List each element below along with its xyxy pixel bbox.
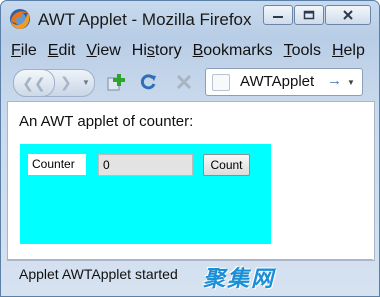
- reload-button[interactable]: [137, 71, 159, 93]
- menu-file[interactable]: File: [11, 42, 37, 62]
- add-bookmark-icon: [107, 74, 125, 91]
- stop-icon: [176, 74, 192, 90]
- go-arrow-icon[interactable]: →: [327, 72, 342, 89]
- url-bar[interactable]: AWTApplet → ▼: [205, 68, 363, 96]
- page-content: An AWT applet of counter: Counter 0 Coun…: [7, 101, 375, 261]
- firefox-logo-icon: [10, 9, 30, 29]
- awt-applet: Counter 0 Count: [20, 144, 271, 244]
- page-favicon-icon: [212, 74, 230, 91]
- minimize-button[interactable]: [263, 5, 293, 25]
- menu-help[interactable]: Help: [332, 42, 365, 62]
- menu-edit[interactable]: Edit: [48, 42, 76, 62]
- history-dropdown-icon[interactable]: ▼: [82, 78, 90, 87]
- caption-buttons: [262, 5, 371, 25]
- count-button[interactable]: Count: [203, 154, 250, 176]
- back-forward-group: ❮❮ ❯ ▼: [13, 69, 95, 97]
- stop-button[interactable]: [173, 71, 195, 93]
- forward-button[interactable]: ❯: [60, 74, 72, 91]
- back-button[interactable]: ❮❮: [13, 69, 55, 97]
- url-text[interactable]: AWTApplet: [240, 73, 314, 90]
- status-bar: Applet AWTApplet started 聚集网: [7, 259, 373, 291]
- menu-tools[interactable]: Tools: [284, 42, 321, 62]
- minimize-icon: [273, 16, 283, 18]
- close-button[interactable]: [325, 5, 371, 25]
- maximize-icon: [303, 10, 315, 20]
- window-title: AWT Applet - Mozilla Firefox: [38, 10, 252, 29]
- menu-history[interactable]: History: [132, 42, 182, 62]
- navigation-toolbar: ❮❮ ❯ ▼ AWTApplet → ▼: [9, 67, 371, 97]
- browser-window: AWT Applet - Mozilla Firefox File Edit V…: [0, 0, 380, 297]
- counter-field[interactable]: 0: [98, 154, 193, 176]
- back-icon: ❮❮: [22, 74, 46, 91]
- status-text: Applet AWTApplet started: [19, 266, 178, 282]
- reload-icon: [140, 74, 156, 90]
- close-icon: [343, 10, 353, 20]
- watermark-logo: 聚集网: [203, 266, 276, 291]
- maximize-button[interactable]: [294, 5, 324, 25]
- menu-bookmarks[interactable]: Bookmarks: [193, 42, 273, 62]
- title-bar[interactable]: AWT Applet - Mozilla Firefox: [1, 1, 379, 37]
- menu-bar: File Edit View History Bookmarks Tools H…: [11, 42, 376, 62]
- intro-text: An AWT applet of counter:: [19, 113, 194, 130]
- menu-view[interactable]: View: [86, 42, 120, 62]
- url-dropdown-icon[interactable]: ▼: [347, 78, 355, 87]
- counter-label: Counter: [28, 154, 86, 175]
- add-bookmark-button[interactable]: [105, 71, 127, 93]
